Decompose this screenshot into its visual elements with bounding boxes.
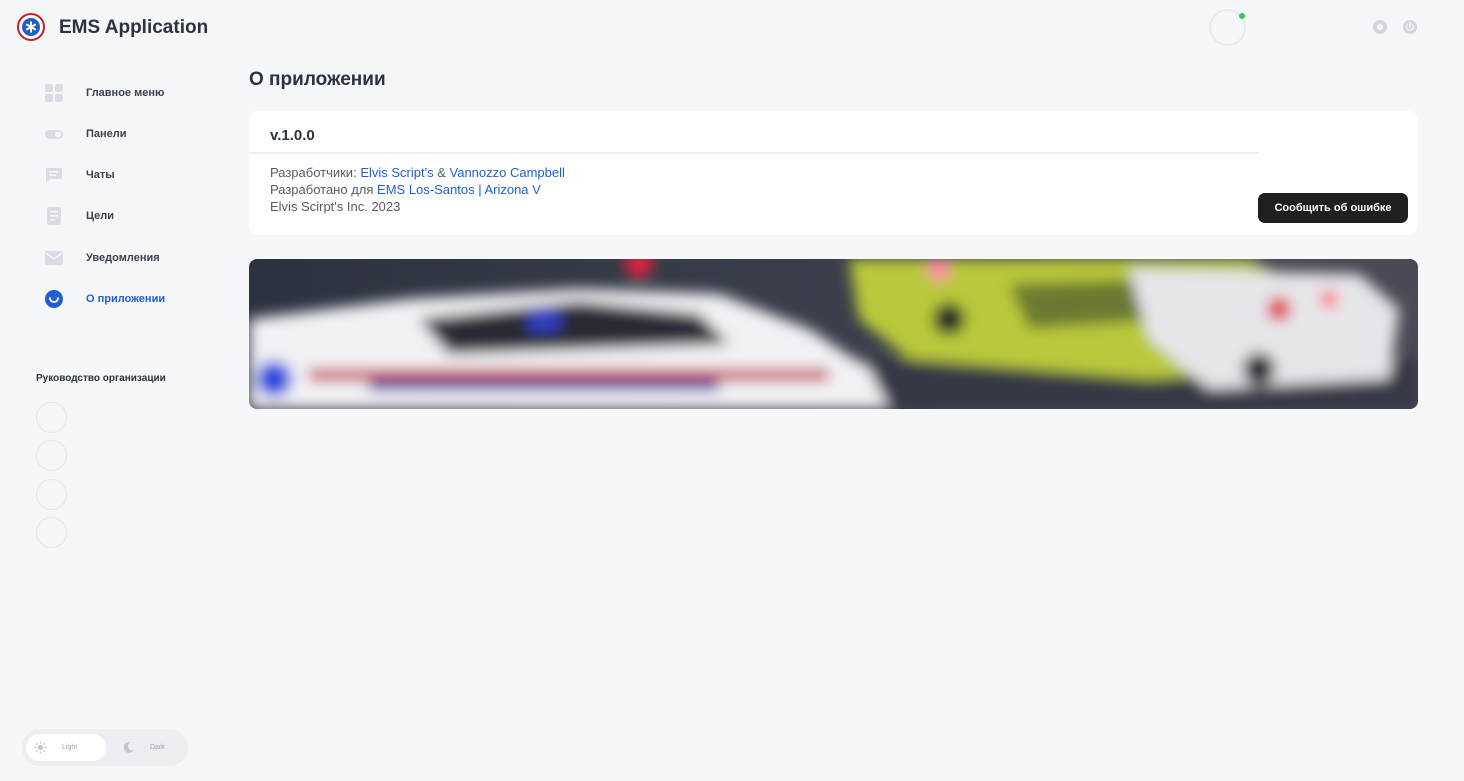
made-for-line: Разработано для EMS Los-Santos | Arizona… bbox=[270, 182, 541, 197]
info-icon bbox=[44, 289, 64, 309]
leader-avatar[interactable] bbox=[36, 517, 67, 548]
theme-dark-option[interactable]: Dark bbox=[114, 734, 194, 761]
star-of-life-icon bbox=[22, 18, 40, 36]
power-icon[interactable] bbox=[1402, 19, 1418, 35]
theme-dark-label: Dark bbox=[150, 744, 165, 751]
toggle-icon bbox=[44, 124, 64, 144]
sidebar-item-about[interactable]: О приложении bbox=[44, 288, 224, 310]
developers-line: Разработчики: Elvis Script's & Vannozzo … bbox=[270, 165, 565, 180]
sidebar-item-label: Уведомления bbox=[86, 252, 160, 264]
sidebar-item-notifications[interactable]: Уведомления bbox=[44, 247, 224, 269]
theme-toggle: Light Dark bbox=[22, 729, 188, 766]
checklist-icon bbox=[44, 206, 64, 226]
leader-avatar[interactable] bbox=[36, 440, 67, 471]
sidebar-item-label: Панели bbox=[86, 128, 127, 140]
sidebar-item-label: О приложении bbox=[86, 293, 166, 305]
developers-and: & bbox=[437, 165, 446, 180]
version-label: v.1.0.0 bbox=[270, 127, 315, 144]
sun-icon bbox=[34, 741, 47, 754]
organization-link[interactable]: EMS Los-Santos | Arizona V bbox=[377, 182, 541, 197]
about-card: v.1.0.0 Разработчики: Elvis Script's & V… bbox=[249, 111, 1418, 235]
sidebar-item-goals[interactable]: Цели bbox=[44, 205, 224, 227]
sidebar-item-chats[interactable]: Чаты bbox=[44, 164, 224, 186]
moon-icon bbox=[122, 741, 135, 754]
developers-prefix: Разработчики: bbox=[270, 165, 357, 180]
app-title: EMS Application bbox=[59, 17, 209, 38]
banner-image bbox=[249, 259, 1418, 409]
app-logo bbox=[17, 13, 45, 41]
settings-icon[interactable] bbox=[1372, 19, 1388, 35]
mail-icon bbox=[44, 248, 64, 268]
sidebar-item-label: Главное меню bbox=[86, 87, 165, 99]
online-status-indicator bbox=[1239, 13, 1245, 19]
theme-light-option[interactable]: Light bbox=[26, 734, 106, 761]
leadership-title: Руководство организации bbox=[36, 373, 166, 384]
developer-link[interactable]: Vannozzo Campbell bbox=[450, 165, 565, 180]
leader-avatar[interactable] bbox=[36, 479, 67, 510]
theme-light-label: Light bbox=[62, 744, 78, 751]
report-bug-button[interactable]: Сообщить об ошибке bbox=[1258, 193, 1408, 223]
copyright-text: Elvis Scirpt's Inc. 2023 bbox=[270, 199, 401, 214]
leader-avatar[interactable] bbox=[36, 402, 67, 433]
made-for-prefix: Разработано для bbox=[270, 182, 374, 197]
divider bbox=[249, 152, 1259, 154]
sidebar-item-label: Чаты bbox=[86, 169, 115, 181]
sidebar-item-main-menu[interactable]: Главное меню bbox=[44, 82, 224, 104]
chat-icon bbox=[44, 165, 64, 185]
sidebar-item-panels[interactable]: Панели bbox=[44, 123, 224, 145]
sidebar-item-label: Цели bbox=[86, 210, 115, 222]
grid-icon bbox=[44, 83, 64, 103]
developer-link[interactable]: Elvis Script's bbox=[360, 165, 433, 180]
page-title: О приложении bbox=[249, 69, 386, 90]
